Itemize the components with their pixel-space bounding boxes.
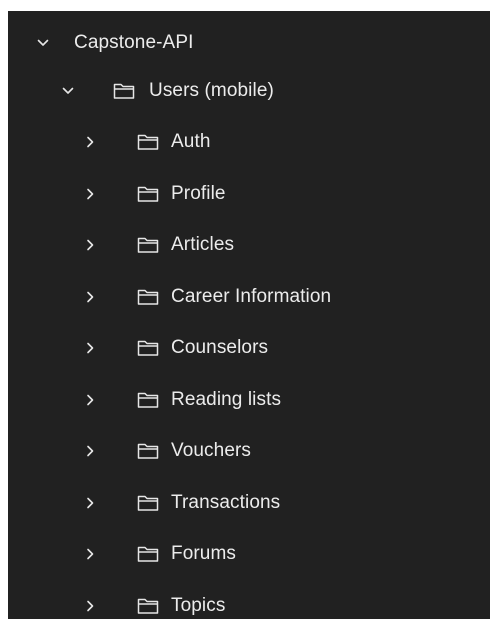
tree-folder-label: Forums: [171, 543, 236, 564]
folder-icon: [136, 338, 160, 358]
tree-folder-profile[interactable]: Profile: [8, 174, 490, 214]
folder-icon: [112, 81, 136, 101]
chevron-right-icon[interactable]: [82, 495, 98, 511]
folder-icon: [136, 544, 160, 564]
chevron-right-icon[interactable]: [82, 340, 98, 356]
tree-folder-label: Profile: [171, 183, 226, 204]
tree-folder-label: Counselors: [171, 337, 269, 358]
tree-folder-reading-lists[interactable]: Reading lists: [8, 380, 490, 420]
folder-icon: [136, 596, 160, 616]
tree-folder-users-mobile[interactable]: Users (mobile): [8, 71, 490, 111]
tree-folder-label: Articles: [171, 234, 235, 255]
tree-folder-topics[interactable]: Topics: [8, 586, 490, 619]
chevron-right-icon[interactable]: [82, 134, 98, 150]
chevron-down-icon[interactable]: [60, 83, 76, 99]
tree-folder-label: Auth: [171, 131, 211, 152]
chevron-right-icon[interactable]: [82, 392, 98, 408]
tree-root-label: Capstone-API: [74, 32, 194, 53]
tree-folder-label: Topics: [171, 595, 226, 616]
tree-folder-vouchers[interactable]: Vouchers: [8, 431, 490, 471]
tree-folder-forums[interactable]: Forums: [8, 534, 490, 574]
tree-folder-label: Users (mobile): [149, 80, 274, 101]
tree-folder-label: Transactions: [171, 492, 281, 513]
chevron-right-icon[interactable]: [82, 598, 98, 614]
chevron-down-icon[interactable]: [35, 35, 51, 51]
folder-icon: [136, 287, 160, 307]
tree-folder-label: Reading lists: [171, 389, 282, 410]
tree-folder-counselors[interactable]: Counselors: [8, 328, 490, 368]
chevron-right-icon[interactable]: [82, 546, 98, 562]
tree-folder-auth[interactable]: Auth: [8, 122, 490, 162]
collection-tree-panel: Capstone-API Users (mobile) Auth Profile A…: [8, 11, 490, 619]
chevron-right-icon[interactable]: [82, 186, 98, 202]
chevron-right-icon[interactable]: [82, 289, 98, 305]
folder-icon: [136, 441, 160, 461]
chevron-right-icon[interactable]: [82, 237, 98, 253]
tree-folder-label: Career Information: [171, 286, 332, 307]
tree-folder-articles[interactable]: Articles: [8, 225, 490, 265]
folder-icon: [136, 235, 160, 255]
folder-icon: [136, 184, 160, 204]
tree-folder-transactions[interactable]: Transactions: [8, 483, 490, 523]
folder-icon: [136, 390, 160, 410]
tree-folder-label: Vouchers: [171, 440, 252, 461]
folder-icon: [136, 493, 160, 513]
folder-icon: [136, 132, 160, 152]
tree-folder-career-information[interactable]: Career Information: [8, 277, 490, 317]
tree-root-capstone-api[interactable]: Capstone-API: [8, 23, 490, 63]
chevron-right-icon[interactable]: [82, 443, 98, 459]
